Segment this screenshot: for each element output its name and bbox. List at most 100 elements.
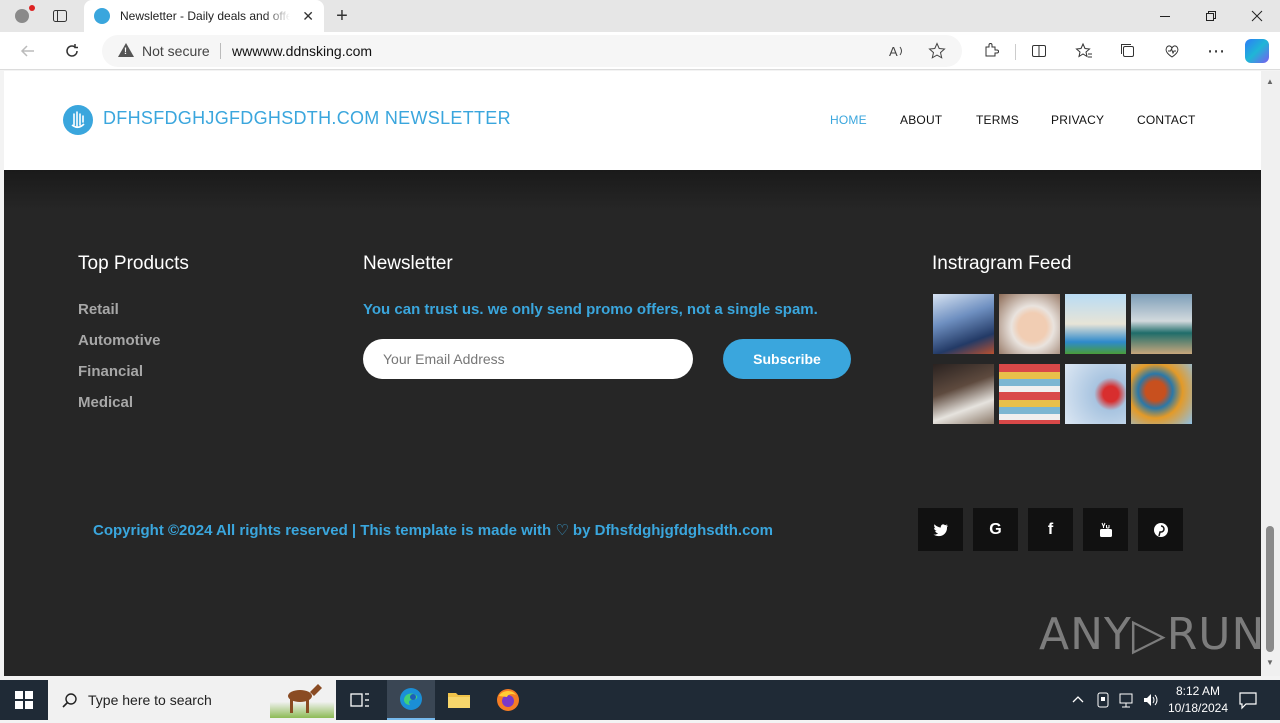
tab-actions-icon: [53, 10, 67, 22]
subscribe-button[interactable]: Subscribe: [723, 339, 851, 379]
nav-home[interactable]: HOME: [830, 113, 867, 127]
instagram-image-store[interactable]: [999, 364, 1060, 424]
nav-contact[interactable]: CONTACT: [1137, 113, 1196, 127]
refresh-button[interactable]: [60, 39, 84, 63]
site-favicon-icon: [94, 8, 110, 24]
svg-text:A: A: [889, 44, 898, 59]
search-icon: [62, 692, 78, 713]
instagram-image-travel[interactable]: [1065, 294, 1126, 354]
clock-time[interactable]: 8:12 AM: [1162, 684, 1234, 698]
split-screen-icon[interactable]: [1027, 39, 1051, 63]
newsletter-tagline: You can trust us. we only send promo off…: [363, 301, 818, 318]
browser-toolbar: ! Not secure wwwww.ddnsking.com A ⋯: [0, 32, 1280, 70]
google-button[interactable]: G: [973, 508, 1018, 551]
pinterest-button[interactable]: [1138, 508, 1183, 551]
edge-icon: [400, 688, 422, 710]
restore-button[interactable]: [1188, 0, 1234, 32]
refresh-icon: [66, 44, 78, 57]
scroll-up-arrow-icon[interactable]: ▲: [1266, 77, 1274, 86]
search-placeholder: Type here to search: [88, 692, 212, 708]
task-view-button[interactable]: [336, 680, 384, 720]
favorite-star-icon[interactable]: [928, 42, 946, 65]
favorites-icon[interactable]: [1072, 39, 1096, 63]
clock-date[interactable]: 10/18/2024: [1162, 701, 1234, 715]
instagram-image-beach[interactable]: [1131, 294, 1192, 354]
windows-logo-icon: [15, 691, 33, 709]
nav-privacy[interactable]: PRIVACY: [1051, 113, 1104, 127]
close-icon: [1251, 10, 1263, 22]
tray-overflow-icon[interactable]: [1070, 692, 1086, 713]
scrollbar-thumb[interactable]: [1266, 526, 1274, 652]
instagram-image-finance[interactable]: [933, 364, 994, 424]
instagram-image-medical[interactable]: [1065, 364, 1126, 424]
browser-tab[interactable]: Newsletter - Daily deals and offers ✕: [84, 0, 324, 32]
restore-icon: [1206, 11, 1216, 21]
collections-icon[interactable]: [1116, 39, 1140, 63]
email-input[interactable]: [363, 339, 693, 379]
tab-title: Newsletter - Daily deals and offers: [120, 9, 291, 23]
minimize-icon: [1160, 16, 1170, 17]
address-separator: [220, 43, 221, 59]
brand-name[interactable]: DFHSFDGHJGFDGHSDTH.COM NEWSLETTER: [103, 108, 511, 129]
youtube-icon: [1099, 522, 1112, 537]
file-explorer-button[interactable]: [435, 680, 483, 720]
firefox-icon: [497, 689, 519, 711]
windows-taskbar: Type here to search 8:12 AM 10/18/2024: [0, 680, 1280, 720]
top-products-title: Top Products: [78, 253, 189, 274]
task-view-icon: [350, 693, 369, 707]
read-aloud-icon[interactable]: A: [888, 42, 906, 65]
instagram-feed-title: Instragram Feed: [932, 253, 1072, 274]
instagram-image-laptop[interactable]: [933, 294, 994, 354]
browser-titlebar: Newsletter - Daily deals and offers ✕ +: [0, 0, 1280, 32]
taskbar-search-box[interactable]: Type here to search: [48, 680, 336, 720]
site-header: DFHSFDGHJGFDGHSDTH.COM NEWSLETTER HOME A…: [4, 71, 1261, 170]
newsletter-title: Newsletter: [363, 253, 453, 274]
product-link-retail[interactable]: Retail: [78, 301, 119, 318]
back-arrow-icon: [20, 45, 34, 57]
instagram-image-spa[interactable]: [999, 294, 1060, 354]
product-link-financial[interactable]: Financial: [78, 363, 143, 380]
copyright-text[interactable]: Copyright ©2024 All rights reserved | Th…: [93, 521, 773, 539]
notification-dot: [29, 5, 35, 11]
browser-essentials-icon[interactable]: [1160, 39, 1184, 63]
search-highlight-image: [270, 682, 334, 718]
not-secure-label[interactable]: Not secure: [142, 43, 210, 59]
toolbar-separator: [1015, 44, 1016, 60]
twitter-button[interactable]: [918, 508, 963, 551]
minimize-button[interactable]: [1142, 0, 1188, 32]
product-link-automotive[interactable]: Automotive: [78, 332, 161, 349]
address-bar[interactable]: ! Not secure wwwww.ddnsking.com A: [102, 35, 962, 67]
tab-close-icon[interactable]: ✕: [302, 8, 314, 25]
instagram-image-mandala[interactable]: [1131, 364, 1192, 424]
nav-terms[interactable]: TERMS: [976, 113, 1019, 127]
close-window-button[interactable]: [1234, 0, 1280, 32]
product-link-medical[interactable]: Medical: [78, 394, 133, 411]
folder-icon: [448, 693, 470, 708]
scroll-down-arrow-icon[interactable]: ▼: [1266, 658, 1274, 667]
tab-actions-button[interactable]: [48, 6, 72, 26]
notification-center-icon[interactable]: [1238, 690, 1258, 715]
footer-shadow: [4, 170, 1261, 210]
firefox-button[interactable]: [484, 680, 532, 720]
twitter-icon: [933, 523, 948, 536]
edge-taskbar-button[interactable]: [387, 680, 435, 720]
new-tab-button[interactable]: +: [330, 4, 354, 28]
url-text[interactable]: wwwww.ddnsking.com: [232, 43, 372, 59]
start-button[interactable]: [0, 680, 48, 720]
volume-icon[interactable]: [1142, 691, 1160, 714]
brand-logo-icon[interactable]: [63, 105, 93, 135]
anyrun-watermark: ANY▷RUN: [1039, 609, 1261, 660]
pinterest-icon: [1153, 522, 1168, 537]
extensions-icon[interactable]: [979, 39, 1003, 63]
facebook-button[interactable]: f: [1028, 508, 1073, 551]
page-scrollbar[interactable]: ▲ ▼: [1261, 71, 1280, 676]
youtube-button[interactable]: [1083, 508, 1128, 551]
more-menu-icon[interactable]: ⋯: [1204, 39, 1228, 63]
nav-about[interactable]: ABOUT: [900, 113, 942, 127]
back-button[interactable]: [16, 39, 40, 63]
copilot-icon[interactable]: [1245, 39, 1269, 63]
profile-icon: [15, 9, 29, 23]
network-icon[interactable]: [1118, 691, 1136, 714]
tray-device-icon[interactable]: [1095, 691, 1111, 714]
page-viewport: DFHSFDGHJGFDGHSDTH.COM NEWSLETTER HOME A…: [4, 71, 1261, 676]
